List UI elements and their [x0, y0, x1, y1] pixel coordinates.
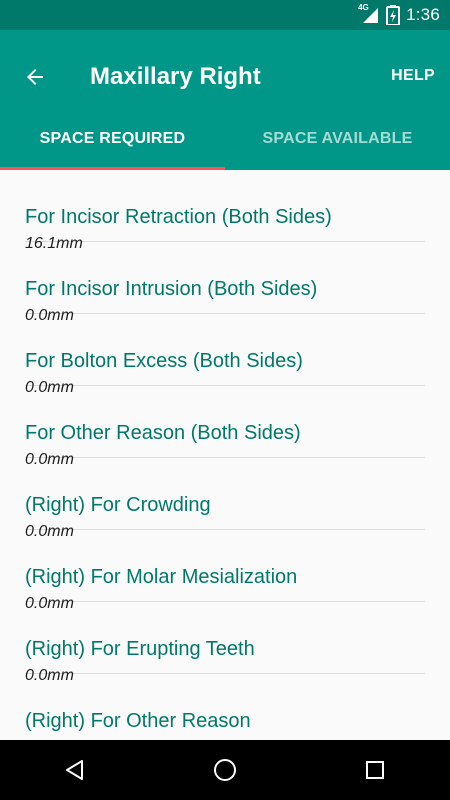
circle-home-icon[interactable]	[210, 755, 240, 785]
item-label: For Incisor Retraction (Both Sides)	[25, 206, 332, 228]
tab-space-available[interactable]: SPACE AVAILABLE	[225, 108, 450, 170]
item-label: (Right) For Molar Mesialization	[25, 566, 298, 588]
list-item[interactable]: (Right) For Crowding 0.0mm	[25, 458, 425, 540]
status-bar: 4G 1:36	[0, 0, 450, 30]
list-item[interactable]: For Other Reason (Both Sides) 0.0mm	[25, 386, 425, 468]
list-item[interactable]: (Right) For Erupting Teeth 0.0mm	[25, 602, 425, 684]
list-item[interactable]: (Right) For Other Reason	[25, 674, 425, 740]
square-recents-icon[interactable]	[360, 755, 390, 785]
space-required-list[interactable]: For Incisor Retraction (Both Sides) 16.1…	[0, 170, 450, 740]
item-label: For Bolton Excess (Both Sides)	[25, 350, 303, 372]
item-label: (Right) For Erupting Teeth	[25, 638, 255, 660]
page-title: Maxillary Right	[90, 63, 261, 90]
list-item[interactable]: For Incisor Intrusion (Both Sides) 0.0mm	[25, 242, 425, 324]
item-label: (Right) For Other Reason	[25, 710, 251, 732]
item-label: (Right) For Crowding	[25, 494, 211, 516]
status-time: 1:36	[406, 5, 440, 24]
triangle-back-icon[interactable]	[60, 755, 90, 785]
battery-icon	[386, 5, 401, 25]
list-item[interactable]: (Right) For Molar Mesialization 0.0mm	[25, 530, 425, 612]
item-label: For Incisor Intrusion (Both Sides)	[25, 278, 318, 300]
network-type: 4G	[358, 3, 369, 12]
list-item[interactable]: For Incisor Retraction (Both Sides) 16.1…	[25, 170, 425, 252]
status-icons: 4G 1:36	[358, 0, 440, 30]
signal-icon: 4G	[358, 3, 380, 25]
system-nav-bar	[0, 740, 450, 800]
app-bar: Maxillary Right HELP SPACE REQUIRED SPAC…	[0, 30, 450, 170]
help-button[interactable]: HELP	[391, 65, 435, 87]
tab-space-required[interactable]: SPACE REQUIRED	[0, 108, 225, 170]
list-item[interactable]: For Bolton Excess (Both Sides) 0.0mm	[25, 314, 425, 396]
arrow-left-icon[interactable]	[18, 60, 52, 94]
item-label: For Other Reason (Both Sides)	[25, 422, 301, 444]
